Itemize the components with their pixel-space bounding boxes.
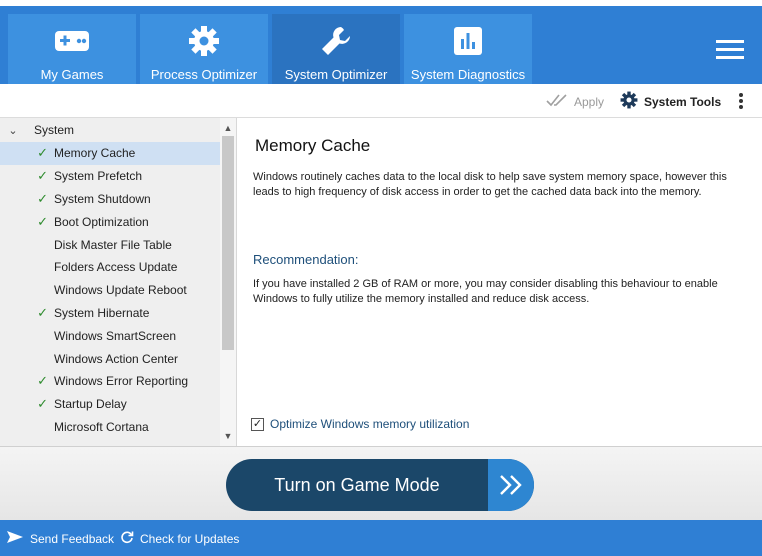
gamepad-icon bbox=[8, 24, 136, 58]
tree-item[interactable]: Windows Action Center bbox=[0, 347, 220, 370]
scroll-down-icon[interactable]: ▼ bbox=[220, 428, 236, 444]
apply-button[interactable]: Apply bbox=[546, 93, 604, 110]
tree-item[interactable]: ✓ Windows Error Reporting bbox=[0, 370, 220, 393]
tree-item[interactable]: ✓ Memory Cache bbox=[0, 142, 220, 165]
check-icon: ✓ bbox=[37, 304, 48, 320]
tree-item-label: Windows Error Reporting bbox=[54, 374, 189, 389]
check-icon: ✓ bbox=[37, 190, 48, 206]
tree-item[interactable]: ✓ Startup Delay bbox=[0, 393, 220, 416]
tree-item[interactable]: Folders Access Update bbox=[0, 256, 220, 279]
recommendation-text: If you have installed 2 GB of RAM or mor… bbox=[253, 278, 718, 305]
tree-item[interactable]: ✓ Boot Optimization bbox=[0, 210, 220, 233]
check-icon: ✓ bbox=[37, 213, 48, 229]
tab-my-games[interactable]: My Games bbox=[8, 14, 136, 90]
tree-item[interactable]: Microsoft Cortana bbox=[0, 416, 220, 439]
detail-description: Windows routinely caches data to the loc… bbox=[253, 171, 727, 198]
system-tools-label: System Tools bbox=[644, 94, 722, 109]
send-icon bbox=[6, 530, 24, 547]
tree-item-label: Windows Action Center bbox=[54, 351, 179, 366]
tree-item-label: Folders Access Update bbox=[54, 260, 178, 275]
tree-item[interactable]: ✓ System Shutdown bbox=[0, 188, 220, 211]
tree-group-system[interactable]: ⌄ System bbox=[0, 120, 220, 140]
tree-item[interactable]: ✓ System Prefetch bbox=[0, 165, 220, 188]
toolbar: Apply System Tools bbox=[0, 84, 762, 118]
scroll-thumb[interactable] bbox=[222, 136, 234, 350]
hamburger-icon[interactable] bbox=[716, 40, 744, 62]
game-mode-label: Turn on Game Mode bbox=[274, 474, 440, 495]
refresh-icon bbox=[120, 530, 134, 547]
tree-item-label: Microsoft Cortana bbox=[54, 419, 149, 434]
bar-chart-icon bbox=[404, 24, 532, 58]
check-icon: ✓ bbox=[37, 373, 48, 389]
check-icon: ✓ bbox=[37, 396, 48, 412]
tree-item-label: Disk Master File Table bbox=[54, 237, 172, 252]
tree-item-label: Windows Update Reboot bbox=[54, 283, 187, 298]
tree-item[interactable]: Windows SmartScreen bbox=[0, 324, 220, 347]
tree-item[interactable]: ✓ System Hibernate bbox=[0, 302, 220, 325]
check-icon: ✓ bbox=[37, 168, 48, 184]
tree-item-label: System Shutdown bbox=[54, 191, 151, 206]
top-nav: My Games Process Optimizer System Optimi… bbox=[0, 0, 762, 90]
send-feedback-label: Send Feedback bbox=[30, 531, 115, 546]
gear-icon bbox=[620, 91, 638, 112]
gear-icon bbox=[140, 24, 268, 58]
game-mode-area: Turn on Game Mode bbox=[0, 446, 762, 520]
detail-title: Memory Cache bbox=[255, 136, 371, 155]
recommendation-title: Recommendation: bbox=[253, 252, 359, 267]
tab-label: Process Optimizer bbox=[150, 67, 258, 82]
tree-item-label: Startup Delay bbox=[54, 397, 127, 412]
chevron-down-icon: ⌄ bbox=[8, 124, 18, 137]
double-chevron-right-icon bbox=[488, 459, 534, 511]
check-updates-link[interactable]: Check for Updates bbox=[120, 530, 239, 547]
apply-label: Apply bbox=[574, 94, 605, 109]
game-mode-button[interactable]: Turn on Game Mode bbox=[226, 459, 534, 511]
tree-item-label: Windows SmartScreen bbox=[54, 328, 177, 343]
tree-list: ✓ Memory Cache ✓ System Prefetch ✓ System S… bbox=[0, 142, 220, 438]
tab-label: My Games bbox=[40, 67, 104, 82]
check-updates-label: Check for Updates bbox=[140, 531, 240, 546]
tab-system-diagnostics[interactable]: System Diagnostics bbox=[404, 14, 532, 90]
tab-label: System Diagnostics bbox=[410, 67, 526, 82]
checkbox[interactable]: ✓ bbox=[251, 417, 264, 431]
settings-tree: ⌄ System ✓ Memory Cache ✓ System Prefetch … bbox=[0, 118, 236, 446]
tab-label: System Optimizer bbox=[284, 67, 388, 82]
tree-item-label: Boot Optimization bbox=[54, 214, 149, 229]
status-bar: Send Feedback Check for Updates bbox=[0, 520, 762, 556]
system-tools-button[interactable]: System Tools bbox=[620, 91, 721, 112]
scroll-up-icon[interactable]: ▲ bbox=[220, 120, 236, 136]
check-icon: ✓ bbox=[37, 145, 48, 161]
tab-process-optimizer[interactable]: Process Optimizer bbox=[140, 14, 268, 90]
double-check-icon bbox=[546, 93, 570, 110]
kebab-icon[interactable] bbox=[737, 93, 745, 111]
tree-item[interactable]: Disk Master File Table bbox=[0, 233, 220, 256]
wrench-icon bbox=[272, 24, 400, 58]
optimize-memory-checkbox[interactable]: ✓ Optimize Windows memory utilization bbox=[251, 417, 469, 431]
tree-item-label: System Hibernate bbox=[54, 305, 150, 320]
send-feedback-link[interactable]: Send Feedback bbox=[6, 530, 114, 547]
tree-item[interactable]: Windows Update Reboot bbox=[0, 279, 220, 302]
tree-group-label: System bbox=[34, 123, 75, 137]
checkbox-label: Optimize Windows memory utilization bbox=[270, 417, 470, 431]
tree-scrollbar[interactable]: ▲ ▼ bbox=[220, 118, 236, 446]
tree-item-label: System Prefetch bbox=[54, 169, 143, 184]
detail-panel: Memory Cache Windows routinely caches da… bbox=[236, 118, 762, 446]
tab-system-optimizer[interactable]: System Optimizer bbox=[272, 14, 400, 90]
tree-item-label: Memory Cache bbox=[54, 146, 136, 161]
